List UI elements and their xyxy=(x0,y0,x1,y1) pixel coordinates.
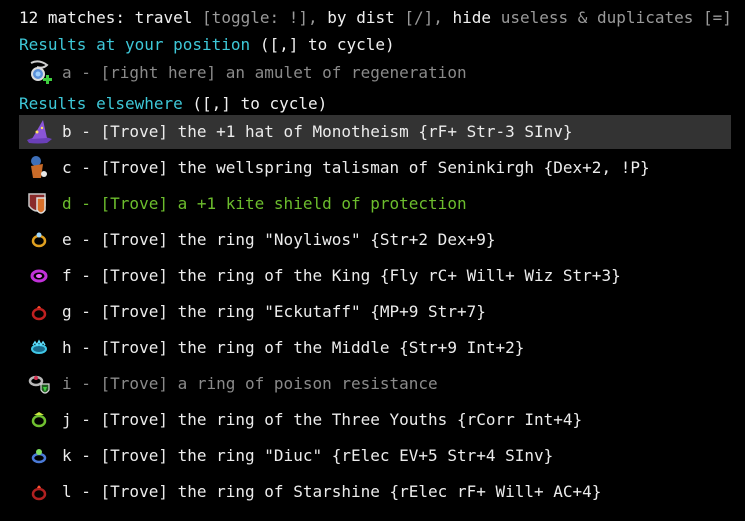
list-item[interactable]: a - [right here] an amulet of regenerati… xyxy=(19,56,731,90)
by-label: by xyxy=(327,8,347,27)
list-item[interactable]: h - [Trove] the ring of the Middle {Str+… xyxy=(19,331,731,365)
list-item[interactable]: j - [Trove] the ring of the Three Youths… xyxy=(19,403,731,437)
list-item[interactable]: c - [Trove] the wellspring talisman of S… xyxy=(19,151,731,185)
list-item[interactable]: f - [Trove] the ring of the King {Fly rC… xyxy=(19,259,731,293)
hide-key-hint[interactable]: [=] xyxy=(703,8,732,27)
here-section-title: Results at your position xyxy=(19,35,251,54)
ring-icon xyxy=(31,449,47,464)
elsewhere-section-heading: Results elsewhere ([,] to cycle) xyxy=(19,94,327,114)
ring-icon xyxy=(31,232,47,248)
list-item-label: d - [Trove] a +1 kite shield of protecti… xyxy=(62,194,467,213)
list-item-label: j - [Trove] the ring of the Three Youths… xyxy=(62,410,583,429)
list-item[interactable]: e - [Trove] the ring "Noyliwos" {Str+2 D… xyxy=(19,223,731,257)
ring-icon xyxy=(31,412,47,428)
here-section-heading: Results at your position ([,] to cycle) xyxy=(19,35,395,55)
ring-icon xyxy=(31,485,47,501)
travel-option[interactable]: travel xyxy=(135,8,193,27)
list-item-label: i - [Trove] a ring of poison resistance xyxy=(62,374,438,393)
list-item-label: k - [Trove] the ring "Diuc" {rElec EV+5 … xyxy=(62,446,554,465)
ring-icon xyxy=(31,306,47,321)
hide-useless-option[interactable]: useless & duplicates xyxy=(501,8,694,27)
list-item-selected[interactable]: b - [Trove] the +1 hat of Monotheism {rF… xyxy=(19,115,731,149)
list-item-label: h - [Trove] the ring of the Middle {Str+… xyxy=(62,338,525,357)
ring-icon xyxy=(30,269,48,283)
sort-key-hint[interactable]: [/], xyxy=(404,8,443,27)
elsewhere-cycle-hint: ([,] to cycle) xyxy=(182,94,328,113)
list-item-label: e - [Trove] the ring "Noyliwos" {Str+2 D… xyxy=(62,230,496,249)
search-header: 12 matches: travel [toggle: !], by dist … xyxy=(19,8,732,28)
list-item-label: c - [Trove] the wellspring talisman of S… xyxy=(62,158,650,177)
ring-icon xyxy=(31,339,47,354)
list-item-label: f - [Trove] the ring of the King {Fly rC… xyxy=(62,266,621,285)
list-item-label: l - [Trove] the ring of Starshine {rElec… xyxy=(62,482,602,501)
hide-label: hide xyxy=(452,8,492,27)
talisman-icon xyxy=(31,156,47,178)
list-item[interactable]: l - [Trove] the ring of Starshine {rElec… xyxy=(19,475,731,509)
elsewhere-section-title: Results elsewhere xyxy=(19,94,183,113)
toggle-hint[interactable]: [toggle: !], xyxy=(202,8,318,27)
list-item[interactable]: i - [Trove] a ring of poison resistance xyxy=(19,367,731,401)
list-item[interactable]: g - [Trove] the ring "Eckutaff" {MP+9 St… xyxy=(19,295,731,329)
list-item-label: b - [Trove] the +1 hat of Monotheism {rF… xyxy=(62,122,573,141)
poison-ring-icon xyxy=(28,375,50,394)
match-count: 12 matches: xyxy=(19,8,125,27)
list-item[interactable]: d - [Trove] a +1 kite shield of protecti… xyxy=(19,187,731,221)
list-item[interactable]: k - [Trove] the ring "Diuc" {rElec EV+5 … xyxy=(19,439,731,473)
kite-shield-icon xyxy=(28,193,46,214)
sort-dist-option[interactable]: dist xyxy=(356,8,395,27)
wizard-hat-icon xyxy=(27,120,52,144)
here-cycle-hint: ([,] to cycle) xyxy=(250,35,395,54)
amulet-icon xyxy=(30,60,52,84)
list-item-label: a - [right here] an amulet of regenerati… xyxy=(62,63,467,82)
list-item-label: g - [Trove] the ring "Eckutaff" {MP+9 St… xyxy=(62,302,486,321)
